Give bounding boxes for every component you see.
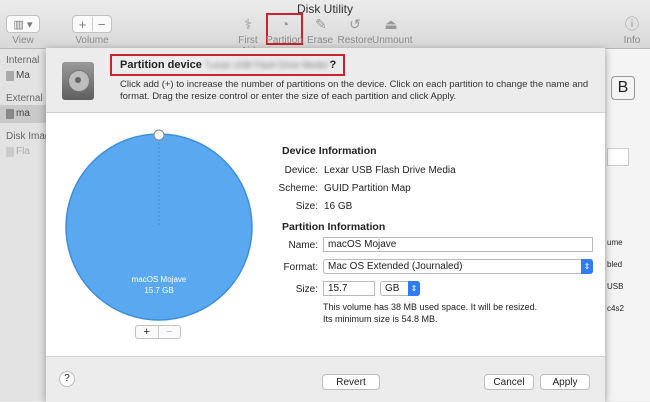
unmount-icon[interactable]: ⏏ — [379, 14, 403, 34]
device-label: Device: — [284, 165, 318, 176]
view-label: View — [12, 35, 34, 46]
background-detail-pane: B ume bled USB c4s2 — [607, 49, 650, 401]
restore-icon[interactable]: ↺ — [343, 14, 367, 34]
scheme-label: Scheme: — [278, 183, 318, 194]
info-button[interactable]: Info — [616, 35, 648, 46]
partition-pie[interactable]: macOS Mojave 15.7 GB — [54, 121, 264, 331]
sheet-title-suffix: ? — [329, 59, 337, 71]
size-unit-value: GB — [385, 283, 400, 294]
partition-size-field[interactable]: 15.7 — [323, 281, 375, 296]
background-fragment: USB — [607, 282, 624, 291]
help-button[interactable]: ? — [59, 371, 75, 387]
first-aid-icon[interactable]: ⚕ — [236, 14, 260, 34]
sheet-title-prefix: Partition device — [120, 59, 202, 71]
pie-partition-name: macOS Mojave — [132, 275, 187, 284]
format-select[interactable]: Mac OS Extended (Journaled) ⇕ — [323, 259, 593, 274]
pie-partition-size: 15.7 GB — [144, 286, 173, 295]
partition-icon[interactable]: ◔ — [273, 14, 297, 34]
background-fragment: B — [611, 76, 635, 100]
background-field — [607, 148, 629, 166]
chevron-updown-icon[interactable]: ⇕ — [581, 259, 593, 274]
sheet-instructions: Click add (+) to increase the number of … — [120, 79, 589, 102]
partition-sheet: Partition device “Lexar USB Flash Drive … — [46, 48, 605, 402]
remove-volume-icon[interactable]: − — [93, 17, 111, 32]
sheet-title: Partition device “Lexar USB Flash Drive … — [120, 59, 336, 71]
remove-partition-button[interactable]: − — [159, 326, 181, 338]
sidebar-item-external[interactable]: ma — [16, 108, 30, 119]
sidebar-icon: ▥ ▾ — [13, 18, 33, 31]
partition-name-field[interactable]: macOS Mojave — [323, 237, 593, 252]
sheet-body: macOS Mojave 15.7 GB + − Device Informat… — [46, 113, 605, 356]
sheet-header: Partition device “Lexar USB Flash Drive … — [46, 48, 605, 113]
resize-note-line1: This volume has 38 MB used space. It wil… — [323, 302, 538, 312]
scheme-value: GUID Partition Map — [324, 183, 411, 194]
erase-button[interactable]: Erase — [305, 35, 335, 46]
cancel-button[interactable]: Cancel — [484, 374, 534, 390]
volume-label: Volume — [75, 35, 109, 46]
resize-note-line2: Its minimum size is 54.8 MB. — [323, 314, 438, 324]
disk-image-icon — [6, 147, 14, 157]
sidebar-item-image[interactable]: Fla — [16, 146, 30, 157]
revert-button[interactable]: Revert — [322, 374, 380, 390]
sidebar-item-internal[interactable]: Ma — [16, 70, 30, 81]
pie-add-remove: + − — [135, 325, 181, 339]
size-unit-select[interactable]: GB ⇕ — [380, 281, 420, 296]
partition-button[interactable]: Partition — [266, 35, 303, 46]
external-disk-icon — [6, 109, 14, 119]
toolbar: Disk Utility ▥ ▾ View + − Volume ⚕ First… — [0, 0, 650, 57]
device-info-header: Device Information — [282, 145, 377, 157]
unmount-button[interactable]: Unmount — [372, 35, 413, 46]
internal-disk-icon — [6, 71, 14, 81]
partition-info-header: Partition Information — [282, 221, 386, 233]
size-value: 16 GB — [324, 201, 353, 212]
add-partition-button[interactable]: + — [136, 326, 158, 338]
restore-button[interactable]: Restore — [337, 35, 373, 46]
background-fragment: c4s2 — [607, 304, 624, 313]
format-select-value: Mac OS Extended (Journaled) — [328, 261, 463, 272]
background-fragment: ume — [607, 238, 623, 247]
name-label: Name: — [288, 240, 318, 251]
external-drive-icon — [62, 62, 94, 100]
partition-size-label: Size: — [295, 284, 318, 295]
resize-handle[interactable] — [153, 129, 165, 141]
erase-icon[interactable]: ✎ — [309, 14, 333, 34]
apply-button[interactable]: Apply — [540, 374, 590, 390]
volume-add-remove[interactable]: + − — [72, 15, 112, 33]
format-label: Format: — [283, 262, 318, 273]
chevron-updown-icon[interactable]: ⇕ — [408, 281, 420, 296]
sidebar-header-external: External — [6, 93, 43, 104]
device-name-blurred: “Lexar USB Flash Drive Media” — [204, 60, 330, 70]
sheet-footer: ? Revert Cancel Apply — [46, 356, 605, 402]
sidebar-header-internal: Internal — [6, 55, 40, 66]
device-value: Lexar USB Flash Drive Media — [324, 165, 456, 176]
size-label: Size: — [295, 201, 318, 212]
background-fragment: bled — [607, 260, 623, 269]
add-volume-icon[interactable]: + — [74, 17, 92, 32]
info-icon[interactable]: ⓘ — [620, 14, 644, 34]
sidebar-view-button[interactable]: ▥ ▾ — [6, 15, 40, 33]
